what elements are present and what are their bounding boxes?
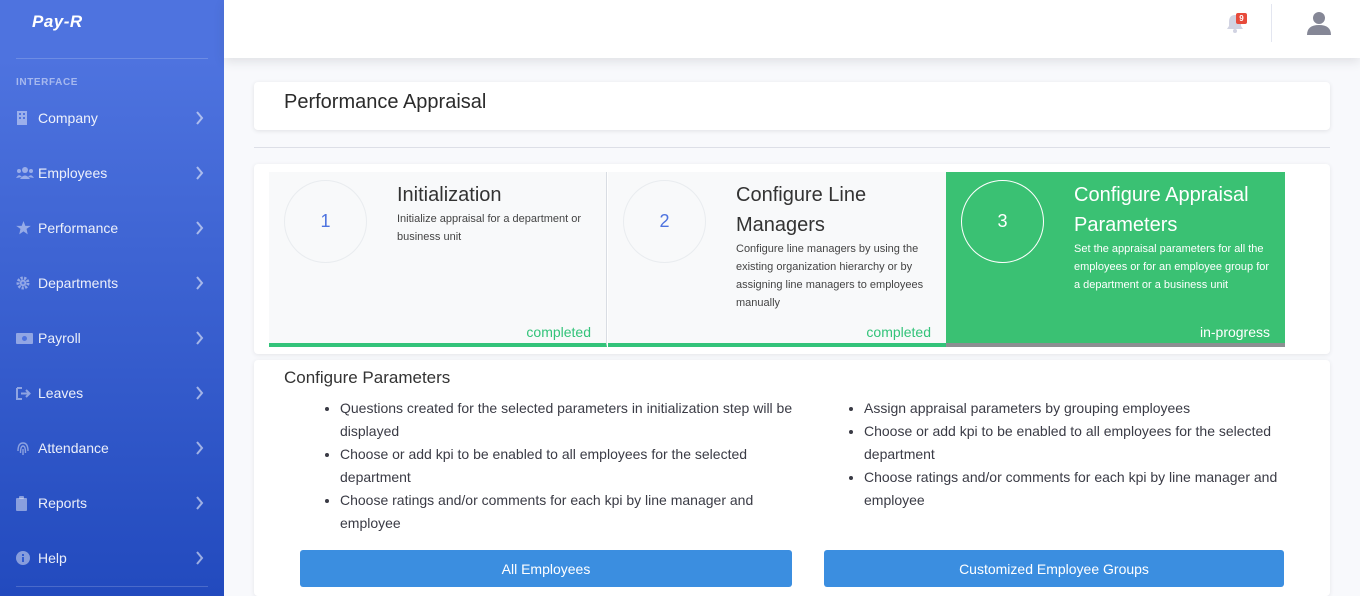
star-icon xyxy=(16,220,36,236)
topbar: 9 xyxy=(224,0,1360,58)
sidebar-item-label: Help xyxy=(38,550,67,566)
step-configure-line-managers[interactable]: 2 Configure Line Managers Configure line… xyxy=(608,172,946,347)
sidebar-item-performance[interactable]: Performance xyxy=(0,208,224,248)
sidebar-item-payroll[interactable]: Payroll xyxy=(0,318,224,358)
page-title-card: Performance Appraisal xyxy=(254,82,1330,130)
chevron-right-icon xyxy=(196,111,204,125)
chevron-right-icon xyxy=(196,386,204,400)
sidebar-item-reports[interactable]: Reports xyxy=(0,483,224,523)
list-item: Questions created for the selected param… xyxy=(340,397,805,443)
content-divider xyxy=(254,147,1330,148)
sidebar-item-departments[interactable]: Departments xyxy=(0,263,224,303)
step-description: Set the appraisal parameters for all the… xyxy=(1074,243,1270,291)
employee-groups-info-list: Assign appraisal parameters by grouping … xyxy=(864,397,1304,512)
sidebar-item-label: Employees xyxy=(38,165,108,181)
sidebar-divider xyxy=(16,586,208,587)
step-number: 1 xyxy=(284,180,367,263)
step-title: Configure Appraisal Parameters xyxy=(1074,184,1249,236)
steps-card: 1 Initialization Initialize appraisal fo… xyxy=(254,164,1330,354)
all-employees-button[interactable]: All Employees xyxy=(300,550,792,587)
clipboard-icon xyxy=(16,495,36,511)
step-number: 2 xyxy=(623,180,706,263)
chevron-right-icon xyxy=(196,441,204,455)
sidebar-item-label: Performance xyxy=(38,220,119,236)
fingerprint-icon xyxy=(16,440,36,456)
page-title: Performance Appraisal xyxy=(284,91,487,113)
info-icon xyxy=(16,550,36,566)
chevron-right-icon xyxy=(196,496,204,510)
chevron-right-icon xyxy=(196,166,204,180)
step-status: completed xyxy=(526,324,591,340)
sidebar-item-label: Departments xyxy=(38,275,119,291)
sidebar-item-leaves[interactable]: Leaves xyxy=(0,373,224,413)
step-description: Configure line managers by using the exi… xyxy=(736,243,924,309)
list-item: Assign appraisal parameters by grouping … xyxy=(864,397,1304,420)
step-title: Initialization xyxy=(397,184,502,206)
all-employees-info-list: Questions created for the selected param… xyxy=(340,397,805,535)
money-icon xyxy=(16,330,36,346)
sidebar-item-label: Attendance xyxy=(38,440,109,456)
step-initialization[interactable]: 1 Initialization Initialize appraisal fo… xyxy=(269,172,607,347)
step-description: Initialize appraisal for a department or… xyxy=(397,213,582,243)
parameters-card: Configure Parameters Questions created f… xyxy=(254,360,1330,596)
topbar-divider xyxy=(1271,4,1272,42)
brand-logo[interactable]: Pay-R xyxy=(32,12,83,32)
chevron-right-icon xyxy=(196,331,204,345)
step-status: in-progress xyxy=(1199,324,1270,340)
chevron-right-icon xyxy=(196,221,204,235)
sidebar-item-help[interactable]: Help xyxy=(0,538,224,578)
gear-icon xyxy=(16,275,36,291)
step-number: 3 xyxy=(961,180,1044,263)
list-item: Choose ratings and/or comments for each … xyxy=(864,466,1304,512)
list-item: Choose or add kpi to be enabled to all e… xyxy=(340,443,805,489)
step-configure-appraisal-parameters[interactable]: 3 Configure Appraisal Parameters Set the… xyxy=(946,172,1285,347)
chevron-right-icon xyxy=(196,276,204,290)
step-title: Configure Line Managers xyxy=(736,184,867,236)
sidebar-heading: INTERFACE xyxy=(16,77,79,88)
sidebar-item-company[interactable]: Company xyxy=(0,98,224,138)
sidebar-item-label: Leaves xyxy=(38,385,84,401)
list-item: Choose or add kpi to be enabled to all e… xyxy=(864,420,1304,466)
chevron-right-icon xyxy=(196,551,204,565)
building-icon xyxy=(16,110,36,126)
sidebar-item-label: Payroll xyxy=(38,330,81,346)
sidebar-item-label: Company xyxy=(38,110,98,126)
customized-employee-groups-button[interactable]: Customized Employee Groups xyxy=(824,550,1284,587)
sign-out-icon xyxy=(16,385,36,401)
sidebar-item-attendance[interactable]: Attendance xyxy=(0,428,224,468)
users-icon xyxy=(16,165,36,181)
sidebar-divider xyxy=(16,58,208,59)
notification-count-badge: 9 xyxy=(1236,13,1247,24)
section-title: Configure Parameters xyxy=(284,368,451,387)
list-item: Choose ratings and/or comments for each … xyxy=(340,489,805,535)
sidebar-item-employees[interactable]: Employees xyxy=(0,153,224,193)
sidebar-item-label: Reports xyxy=(38,495,88,511)
sidebar: Pay-R INTERFACE Company Employees Perfor… xyxy=(0,0,224,596)
user-avatar-icon[interactable] xyxy=(1306,10,1332,36)
step-status: completed xyxy=(866,324,931,340)
